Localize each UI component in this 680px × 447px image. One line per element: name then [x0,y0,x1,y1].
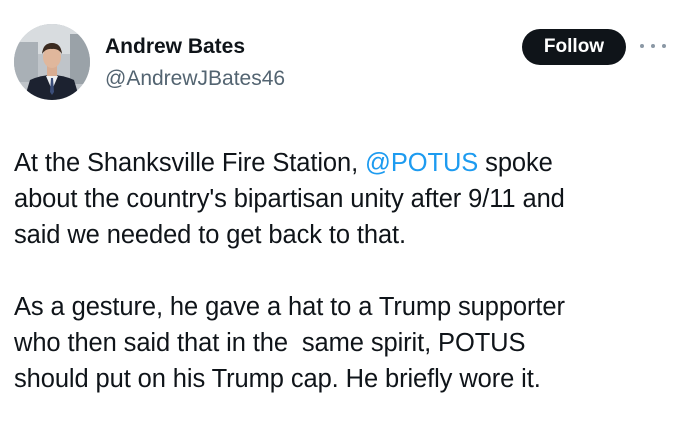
tweet-line: about the country's bipartisan unity aft… [14,185,565,213]
tweet-line: should put on his Trump cap. He briefly … [14,365,541,393]
author-handle[interactable]: @AndrewJBates46 [105,66,285,92]
avatar[interactable] [14,24,90,100]
tweet-line: said we needed to get back to that. [14,221,407,249]
follow-button[interactable]: Follow [522,29,626,65]
tweet-text: At the Shanksville Fire Station, @POTUS … [14,145,674,397]
tweet-card: Andrew Bates @AndrewJBates46 Follow At t… [0,0,680,447]
paragraph-break [14,253,674,289]
tweet-text-segment: At the Shanksville Fire Station, [14,149,366,177]
mention-link[interactable]: @POTUS [365,149,478,177]
dot [640,44,644,48]
dot [662,44,666,48]
author-display-name[interactable]: Andrew Bates [105,34,245,60]
tweet-text-segment: spoke [478,149,553,177]
tweet-line: who then said that in the same spirit, P… [14,329,526,357]
tweet-line: As a gesture, he gave a hat to a Trump s… [14,293,565,321]
tweet-line: At the Shanksville Fire Station, @POTUS … [14,145,674,181]
more-options-icon[interactable] [640,40,666,52]
profile-photo [14,24,90,100]
dot [651,44,655,48]
